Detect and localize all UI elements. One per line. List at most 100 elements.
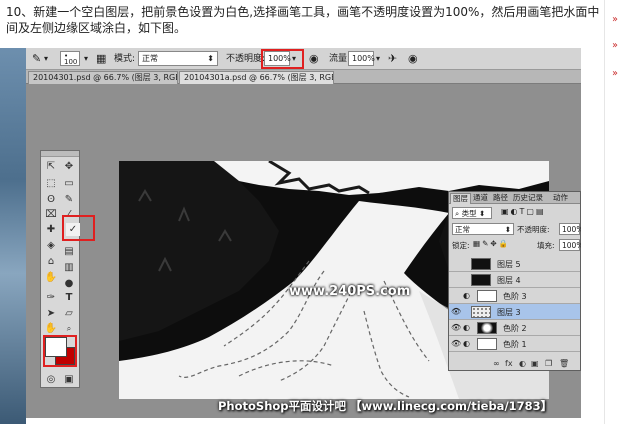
layers-panel: 图层 通道 路径 历史记录 动作 ⌕ 类型 ⬍ ▣◐T▢▤ 正常 ⬍ 不透明度: … <box>448 191 581 371</box>
healing-tool-icon[interactable]: ✚ <box>44 223 58 236</box>
pressure-size-icon[interactable]: ◉ <box>408 52 418 66</box>
dropdown-arrow-icon[interactable]: ▾ <box>84 52 88 66</box>
dropdown-arrow-icon[interactable]: ▾ <box>44 52 48 66</box>
fx-icon[interactable]: fx <box>505 359 513 368</box>
chevron-icon[interactable]: ›› <box>612 40 618 51</box>
document-tab-bar: 20104301.psd @ 66.7% (图层 3, RGB/8) * × 2… <box>26 70 581 84</box>
gradient-tool-icon[interactable]: ▤ <box>62 245 76 258</box>
visibility-toggle[interactable] <box>451 275 460 284</box>
layer-thumbnail <box>477 322 497 334</box>
layer-name: 色阶 1 <box>503 340 527 349</box>
tab-actions[interactable]: 动作 <box>551 193 570 204</box>
pen-tool-icon[interactable]: ✑ <box>44 291 58 304</box>
layer-row[interactable]: 👁 ◐ 色阶 1 <box>449 336 580 352</box>
chevron-icon[interactable]: ›› <box>612 68 618 79</box>
pressure-opacity-icon[interactable]: ◉ <box>309 52 319 66</box>
dropdown-arrow-icon[interactable]: ▾ <box>376 52 380 66</box>
options-bar: ✎ ▾ • 100 ▾ ▦ 模式: 正常 ⬍ 不透明度: 100% ▾ ◉ 流量: … <box>26 48 581 70</box>
move-tool-icon[interactable]: ⇱ <box>44 160 58 173</box>
tab-paths[interactable]: 路径 <box>491 193 510 204</box>
filter-label: 类型 <box>461 209 477 218</box>
mode-select[interactable]: 正常 ⬍ <box>138 51 218 66</box>
chevron-down-icon: ⬍ <box>207 54 214 63</box>
layer-thumbnail <box>471 274 491 286</box>
airbrush-icon[interactable]: ✈ <box>388 52 397 66</box>
layer-thumbnail <box>477 290 497 302</box>
layer-name: 图层 5 <box>497 260 521 269</box>
dodge-tool-icon[interactable]: ● <box>62 277 76 290</box>
blend-mode-value: 正常 <box>455 225 470 234</box>
filter-icons[interactable]: ▣◐T▢▤ <box>501 207 546 216</box>
crop-tool-icon[interactable]: ⌧ <box>44 208 58 221</box>
layer-thumbnail <box>471 306 491 318</box>
shape-tool-icon[interactable]: ▱ <box>62 307 76 320</box>
artboard-tool-icon[interactable]: ✥ <box>62 160 76 173</box>
panel-grip[interactable] <box>41 151 79 157</box>
eye-icon[interactable]: 👁 <box>451 339 461 348</box>
layer-row[interactable]: 图层 4 <box>449 272 580 288</box>
lock-icons[interactable]: ▦✎✥🔒 <box>473 239 510 248</box>
layer-thumbnail <box>471 258 491 270</box>
right-sidebar-strip: ›› ›› ›› <box>604 0 627 424</box>
layer-thumbnail <box>477 338 497 350</box>
layer-name: 图层 4 <box>497 276 521 285</box>
document-tab-1[interactable]: 20104301.psd @ 66.7% (图层 3, RGB/8) * × <box>28 71 178 84</box>
tab-channels[interactable]: 通道 <box>471 193 490 204</box>
marquee-tool-icon[interactable]: ⬚ <box>44 177 58 190</box>
layer-row[interactable]: ◐ 色阶 3 <box>449 288 580 304</box>
eye-icon[interactable]: 👁 <box>451 323 461 332</box>
layer-row-selected[interactable]: 👁 图层 3 <box>449 304 580 320</box>
layer-fill-input[interactable]: 100% <box>559 239 581 251</box>
eye-icon[interactable]: 👁 <box>451 307 461 316</box>
brush-tool-highlight-box <box>62 215 95 241</box>
visibility-toggle[interactable] <box>451 259 460 268</box>
quick-select-tool-icon[interactable]: ✎ <box>62 193 76 206</box>
layer-row[interactable]: 👁 ◐ 色阶 2 <box>449 320 580 336</box>
zoom-tool-icon[interactable]: ⌕ <box>62 322 76 335</box>
visibility-toggle[interactable] <box>451 291 460 300</box>
footer-credit: PhotoShop平面设计吧 【www.linecg.com/tieba/178… <box>218 399 553 413</box>
clone-stamp-tool-icon[interactable]: ◈ <box>44 239 58 252</box>
layer-name: 图层 3 <box>497 308 521 317</box>
lock-row: 锁定: ▦✎✥🔒 填充: 100% <box>449 238 581 253</box>
quick-mask-icon[interactable]: ◎ <box>44 373 58 386</box>
layers-panel-tabs: 图层 通道 路径 历史记录 动作 <box>449 192 580 204</box>
watermark-text: www.240PS.com <box>289 284 411 299</box>
hand-tool-icon[interactable]: ✋ <box>44 322 58 335</box>
link-icon[interactable]: ∞ <box>493 359 500 368</box>
layer-name: 色阶 3 <box>503 292 527 301</box>
adjustment-icon: ◐ <box>463 339 470 348</box>
mode-label: 模式: <box>114 54 136 64</box>
eraser-tool-icon[interactable]: ⌂ <box>44 255 58 268</box>
tab-history[interactable]: 历史记录 <box>511 193 545 204</box>
layer-row[interactable]: 图层 5 <box>449 256 580 272</box>
instruction-text: 10、新建一个空白图层，把前景色设置为白色,选择画笔工具，画笔不透明度设置为10… <box>6 5 600 35</box>
new-layer-icon[interactable]: ❐ <box>545 359 552 368</box>
type-tool-icon[interactable]: T <box>62 291 76 304</box>
brush-preset-picker[interactable]: • 100 <box>60 51 80 66</box>
brush-tool-icon[interactable]: ✎ <box>32 52 41 66</box>
lasso-tool-icon[interactable]: ʘ <box>44 193 58 206</box>
delete-icon[interactable]: 🗑 <box>559 359 569 368</box>
brush-panel-icon[interactable]: ▦ <box>96 52 106 66</box>
flow-input[interactable]: 100% <box>348 51 375 66</box>
document-tab-2[interactable]: 20104301a.psd @ 66.7% (图层 3, RGB/8) * × <box>179 71 334 84</box>
mask-icon[interactable]: ▣ <box>531 359 539 368</box>
layer-name: 色阶 2 <box>503 324 527 333</box>
marquee-variant-icon[interactable]: ▭ <box>62 177 76 190</box>
history-brush-tool-icon[interactable]: ✋ <box>44 271 58 284</box>
layer-filter-select[interactable]: ⌕ 类型 ⬍ <box>452 207 492 219</box>
chevron-icon[interactable]: ›› <box>612 14 618 25</box>
path-select-tool-icon[interactable]: ➤ <box>44 307 58 320</box>
blend-mode-select[interactable]: 正常 ⬍ <box>452 223 514 235</box>
blur-tool-icon[interactable]: ▥ <box>62 261 76 274</box>
chevron-down-icon: ⬍ <box>504 225 511 234</box>
opacity-label: 不透明度: <box>226 54 266 64</box>
layer-opacity-input[interactable]: 100% <box>559 223 581 235</box>
screen-mode-icon[interactable]: ▣ <box>62 373 76 386</box>
tab-label: 20104301a.psd @ 66.7% (图层 3, RGB/8) * <box>184 73 333 82</box>
adjustment-layer-icon[interactable]: ◐ <box>519 359 526 368</box>
adjustment-icon: ◐ <box>463 291 470 300</box>
tab-layers[interactable]: 图层 <box>450 193 471 204</box>
blend-row: 正常 ⬍ 不透明度: 100% <box>449 222 581 237</box>
